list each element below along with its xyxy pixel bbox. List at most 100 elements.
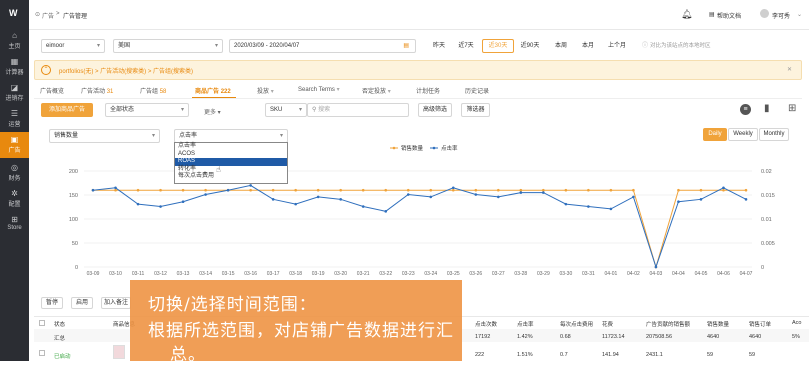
col-ad-sales[interactable]: 广告贡献的销售额 [646, 320, 690, 328]
select-all-checkbox[interactable] [39, 320, 45, 326]
col-status[interactable]: 状态 [54, 320, 65, 328]
row-cpc: 0.7 [560, 352, 568, 358]
x-tick-label: 03-19 [312, 271, 325, 277]
summary-orders: 4640 [749, 334, 762, 340]
y-right-tick-label: 0.015 [761, 193, 775, 199]
data-point [271, 198, 275, 201]
data-point [226, 188, 230, 192]
data-point [632, 188, 635, 192]
data-point [249, 184, 252, 187]
data-point [677, 200, 680, 204]
col-acos[interactable]: Aco [792, 320, 801, 326]
x-tick-label: 04-01 [604, 271, 617, 277]
x-tick-label: 03-26 [469, 271, 482, 277]
row-status[interactable]: 已启动 [54, 352, 71, 360]
product-thumbnail[interactable] [113, 345, 125, 359]
data-point [339, 198, 342, 201]
metric-dropdown[interactable]: 点击率 ACOS ROAS 转化率 每次点击费用 [174, 142, 288, 184]
data-point [181, 200, 185, 204]
y-left-tick-label: 0 [75, 265, 78, 271]
data-point [159, 205, 162, 208]
overlay-line-1: 切换/选择时间范围： [148, 295, 317, 315]
enable-button[interactable]: 启用 [71, 297, 93, 309]
data-point [316, 195, 320, 199]
data-point [339, 188, 342, 192]
summary-sales: 207508.56 [646, 334, 672, 340]
data-point [429, 188, 433, 192]
x-tick-label: 03-11 [132, 271, 145, 277]
x-tick-label: 04-02 [627, 271, 640, 277]
data-point [497, 188, 500, 192]
y-right-tick-label: 0.005 [761, 241, 775, 247]
summary-ctr: 1.42% [517, 334, 533, 340]
data-point [406, 188, 410, 192]
tutorial-overlay: 切换/选择时间范围： 根据所选范围，对店铺广告数据进行汇 总。 [130, 280, 462, 365]
col-ctr[interactable]: 点击率 [517, 320, 534, 328]
x-tick-label: 03-09 [87, 271, 100, 277]
data-point [406, 193, 410, 196]
data-point [181, 188, 185, 192]
data-point [451, 188, 455, 192]
data-point [451, 186, 455, 190]
data-point [722, 188, 725, 192]
dropdown-option[interactable]: 转化率 [175, 166, 287, 174]
data-point [204, 188, 207, 192]
data-point [744, 198, 748, 201]
x-tick-label: 03-20 [334, 271, 347, 277]
x-tick-label: 04-04 [672, 271, 685, 277]
data-point [271, 188, 275, 192]
data-point [136, 202, 140, 206]
x-tick-label: 03-31 [582, 271, 595, 277]
dropdown-option[interactable]: 点击率 [175, 143, 287, 151]
data-point [699, 188, 703, 192]
col-clicks[interactable]: 点击次数 [475, 320, 497, 328]
x-tick-label: 03-21 [357, 271, 370, 277]
data-point [294, 202, 297, 206]
col-units[interactable]: 销售数量 [707, 320, 729, 328]
col-orders[interactable]: 销售订单 [749, 320, 771, 328]
row-sales: 2431.1 [646, 352, 663, 358]
data-point [632, 195, 635, 199]
data-point [564, 202, 568, 206]
y-right-tick-label: 0.02 [761, 169, 772, 175]
data-point [384, 210, 388, 213]
x-tick-label: 03-18 [289, 271, 302, 277]
series-line-left [93, 189, 746, 269]
summary-clicks: 17192 [475, 334, 491, 340]
legend-marker [432, 146, 436, 150]
dropdown-option-highlighted[interactable]: ROAS [175, 158, 287, 166]
data-point [519, 191, 523, 194]
x-tick-label: 03-10 [109, 271, 122, 277]
y-left-tick-label: 100 [69, 217, 78, 223]
data-point [429, 195, 433, 199]
dropdown-option[interactable]: 每次点击费用 [175, 173, 287, 181]
col-cpc[interactable]: 每次点击费用 [560, 320, 593, 328]
data-point [114, 186, 117, 190]
data-point [384, 188, 388, 192]
x-tick-label: 03-17 [267, 271, 280, 277]
data-point [609, 188, 613, 192]
data-point [497, 195, 500, 199]
x-tick-label: 03-13 [177, 271, 190, 277]
data-point [699, 198, 703, 201]
cursor-pointer-icon: ☝ [216, 165, 221, 174]
series-line-right [92, 184, 747, 269]
data-point [609, 207, 613, 211]
pause-button[interactable]: 暂停 [41, 297, 63, 309]
y-right-tick-label: 0.01 [761, 217, 772, 223]
x-tick-label: 04-05 [695, 271, 708, 277]
summary-label: 汇总 [54, 336, 66, 342]
x-tick-label: 03-14 [199, 271, 212, 277]
x-tick-label: 04-06 [717, 271, 730, 277]
summary-spend: 11723.14 [602, 334, 625, 340]
row-orders: 59 [749, 352, 756, 358]
x-tick-label: 03-12 [154, 271, 167, 277]
col-spend[interactable]: 花费 [602, 320, 613, 328]
summary-units: 4640 [707, 334, 720, 340]
data-point [474, 188, 478, 192]
overlay-line-2: 根据所选范围，对店铺广告数据进行汇 [148, 321, 454, 341]
x-tick-label: 03-22 [379, 271, 392, 277]
add-note-button[interactable]: 加入备注 [101, 297, 131, 309]
dropdown-option[interactable]: ACOS [175, 151, 287, 159]
row-checkbox[interactable] [39, 350, 45, 356]
